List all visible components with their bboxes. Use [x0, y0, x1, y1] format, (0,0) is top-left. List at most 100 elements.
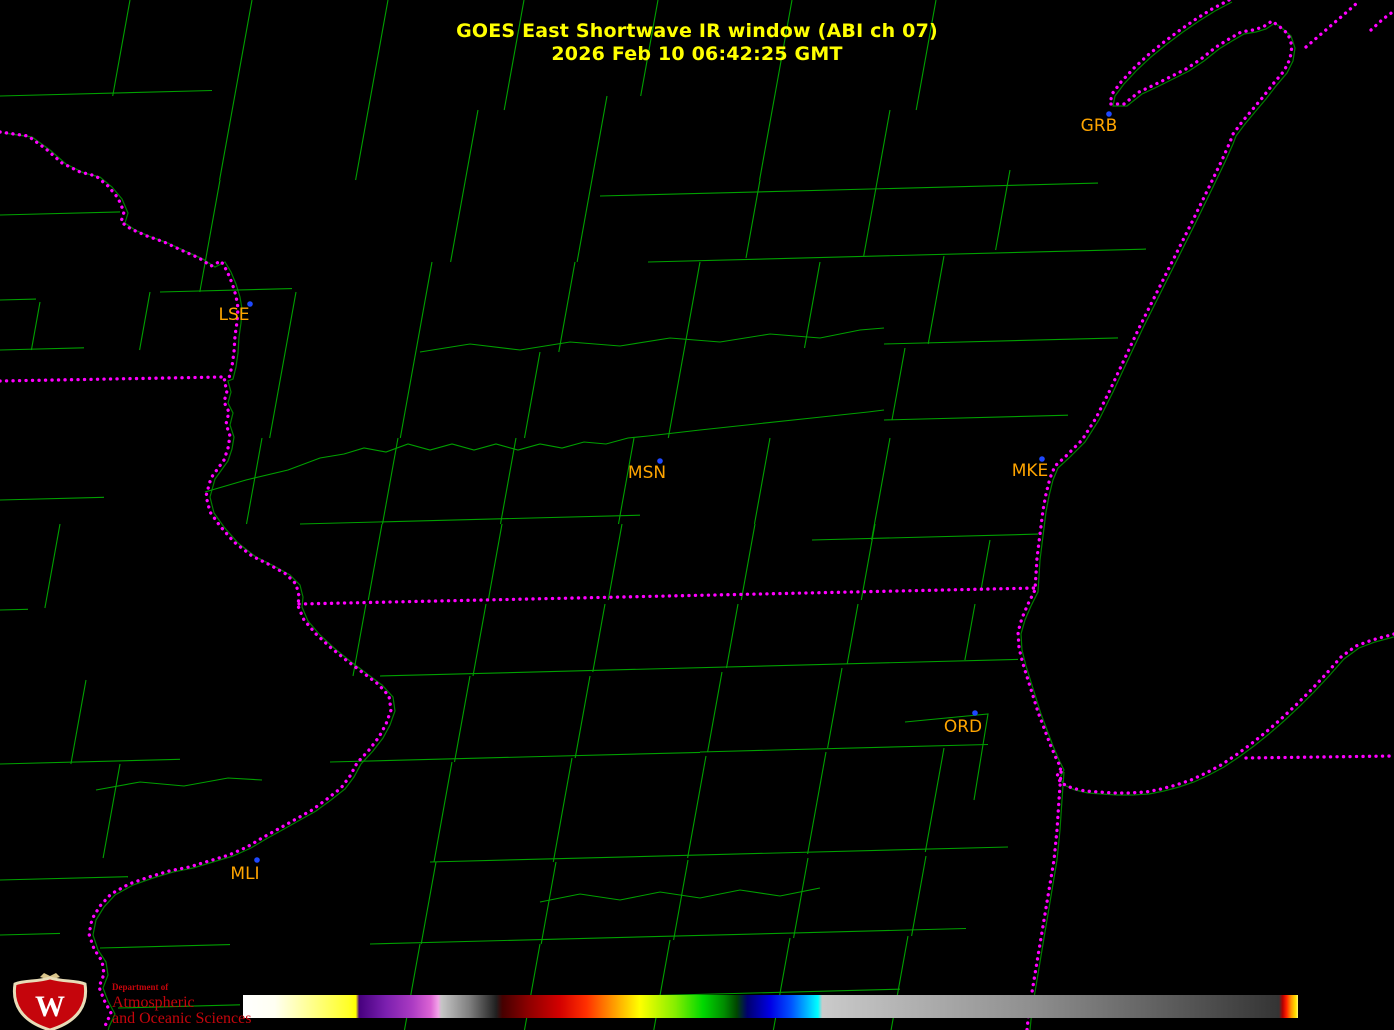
- county-river-line: [205, 436, 648, 492]
- state-borders-layer: [0, 0, 1394, 1030]
- county-line: [600, 183, 1098, 196]
- county-line: [541, 862, 556, 944]
- county-line: [455, 676, 471, 762]
- shoreline-mississippi_river: [4, 133, 395, 1030]
- county-line: [794, 858, 808, 938]
- county-line: [925, 748, 944, 852]
- station-label: MKE: [1012, 461, 1049, 481]
- county-line: [0, 609, 28, 610]
- county-line: [805, 262, 821, 348]
- county-line: [0, 877, 128, 880]
- county-line: [368, 524, 382, 600]
- county-line: [140, 292, 150, 350]
- county-line: [247, 438, 263, 524]
- county-line: [828, 668, 842, 748]
- county-line: [0, 933, 60, 935]
- logo-wordmark: Department of Atmospheric and Oceanic Sc…: [112, 983, 251, 1030]
- county-line: [160, 289, 292, 292]
- county-line: [0, 91, 212, 97]
- county-line: [965, 604, 975, 660]
- state-border-michigan_indiana_border: [1246, 756, 1394, 758]
- state-border-lake_michigan_green_bay_shore: [1018, 0, 1394, 793]
- station-marker: [972, 710, 978, 716]
- county-line: [912, 856, 926, 936]
- county-line: [892, 348, 905, 420]
- county-line: [847, 604, 858, 664]
- county-line: [270, 292, 296, 438]
- county-line: [0, 759, 180, 764]
- uw-aos-logo: W Department of Atmospheric and Oceanic …: [4, 972, 251, 1030]
- state-border-iowa_minnesota_border: [0, 377, 222, 381]
- county-line: [864, 110, 890, 256]
- county-line: [996, 170, 1010, 250]
- county-line: [525, 352, 541, 438]
- county-line: [100, 945, 230, 948]
- county-line: [608, 524, 622, 600]
- county-line: [0, 497, 104, 500]
- county-boundaries-layer: [0, 0, 1146, 1030]
- county-line: [71, 680, 86, 764]
- station-label: LSE: [218, 305, 249, 325]
- county-line: [648, 249, 1146, 262]
- county-line: [755, 438, 771, 524]
- logo-name-line1: Atmospheric: [112, 995, 251, 1012]
- county-line: [668, 262, 700, 438]
- county-line: [861, 524, 875, 600]
- county-line: [808, 752, 826, 854]
- county-line: [200, 180, 220, 292]
- station-MSN: MSN: [628, 458, 666, 483]
- county-line: [928, 256, 944, 344]
- logo-dept-label: Department of: [112, 983, 251, 992]
- station-MKE: MKE: [1012, 456, 1049, 481]
- map-canvas: GRB LSE MSN MKE ORD MLI: [0, 0, 1394, 1030]
- station-LSE: LSE: [218, 301, 252, 325]
- logo-name-line2: and Oceanic Sciences: [112, 1011, 251, 1028]
- county-line: [0, 212, 120, 215]
- county-line: [553, 758, 572, 862]
- crest-w-letter: W: [35, 990, 65, 1023]
- county-line: [501, 438, 517, 524]
- county-line: [981, 540, 990, 590]
- county-line: [421, 862, 436, 944]
- county-line: [353, 604, 366, 676]
- county-line: [884, 338, 1118, 344]
- county-line: [430, 847, 1008, 862]
- county-line: [400, 262, 432, 438]
- station-label: MSN: [628, 463, 666, 483]
- county-line: [577, 96, 607, 262]
- county-line: [575, 676, 590, 758]
- station-label: GRB: [1081, 116, 1118, 136]
- station-MLI: MLI: [230, 857, 259, 884]
- county-line: [330, 752, 700, 762]
- county-line: [812, 534, 1038, 540]
- county-line: [884, 415, 1068, 420]
- county-line: [0, 299, 36, 300]
- county-line: [370, 929, 966, 945]
- county-river-line: [420, 328, 884, 352]
- stations-layer: GRB LSE MSN MKE ORD MLI: [218, 111, 1117, 884]
- satellite-image-viewport: GRB LSE MSN MKE ORD MLI GOES East Shortwave I…: [0, 0, 1394, 1030]
- county-line: [674, 860, 688, 940]
- county-line: [559, 262, 575, 352]
- county-line: [31, 302, 40, 350]
- title-line2: 2026 Feb 10 06:42:25 GMT: [0, 43, 1394, 66]
- state-border-mississippi_river: [0, 132, 391, 1030]
- county-river-line: [648, 410, 884, 436]
- station-GRB: GRB: [1081, 111, 1118, 136]
- state-border-illinois_indiana_border: [1027, 772, 1061, 1030]
- station-ORD: ORD: [944, 710, 982, 737]
- county-line: [45, 524, 60, 608]
- county-line: [0, 348, 84, 350]
- station-label: MLI: [230, 864, 259, 884]
- title-line1: GOES East Shortwave IR window (ABI ch 07…: [0, 20, 1394, 43]
- county-line: [741, 524, 755, 600]
- county-line: [708, 672, 722, 752]
- county-line: [300, 515, 640, 524]
- station-marker: [254, 857, 260, 863]
- temperature-colorbar: [243, 995, 1298, 1018]
- county-line: [688, 756, 706, 858]
- county-line: [103, 764, 120, 858]
- county-line: [727, 604, 739, 668]
- state-border-wisconsin_illinois_border: [299, 588, 1036, 604]
- county-river-line: [96, 778, 262, 790]
